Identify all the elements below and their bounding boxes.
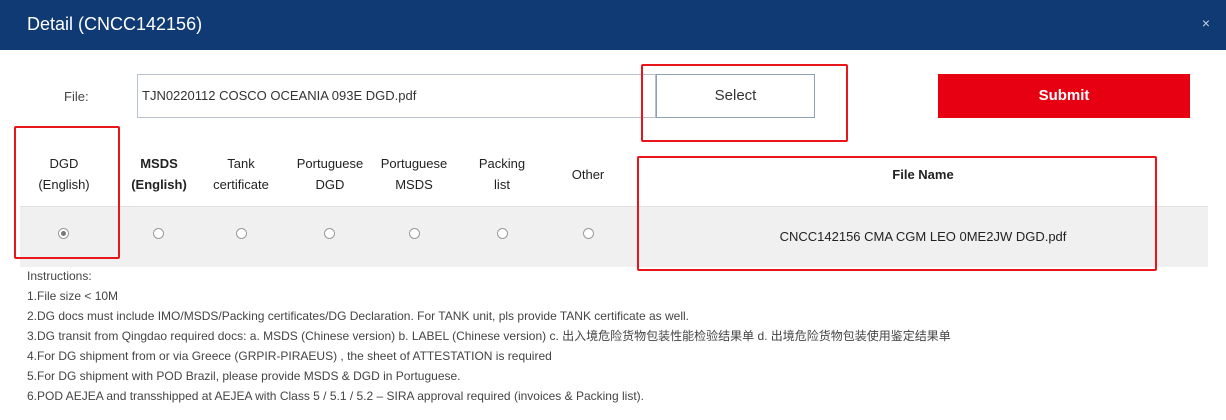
radio-other[interactable] bbox=[583, 228, 594, 239]
column-header-portuguese-dgd: Portuguese DGD bbox=[296, 156, 364, 192]
file-label: File: bbox=[64, 89, 89, 104]
close-icon[interactable]: × bbox=[1202, 15, 1210, 31]
file-name-value: CNCC142156 CMA CGM LEO 0ME2JW DGD.pdf bbox=[779, 228, 1067, 244]
instructions-block: Instructions: 1.File size < 10M 2.DG doc… bbox=[27, 266, 951, 406]
file-path-field[interactable]: TJN0220112 COSCO OCEANIA 093E DGD.pdf bbox=[137, 74, 656, 118]
dialog-titlebar: Detail (CNCC142156) × bbox=[0, 0, 1226, 50]
column-header-file-name: File Name bbox=[892, 166, 954, 182]
radio-msds-english[interactable] bbox=[153, 228, 164, 239]
instructions-heading: Instructions: bbox=[27, 269, 92, 283]
document-type-table: DGD (English) MSDS (English) Tank certifica… bbox=[20, 142, 1208, 267]
instruction-item: 2.DG docs must include IMO/MSDS/Packing … bbox=[27, 309, 690, 323]
column-header-msds-english: MSDS (English) bbox=[131, 156, 187, 192]
instruction-item: 3.DG transit from Qingdao required docs:… bbox=[27, 329, 951, 343]
radio-portuguese-msds[interactable] bbox=[409, 228, 420, 239]
instruction-item: 1.File size < 10M bbox=[27, 289, 119, 303]
column-header-tank-certificate: Tank certificate bbox=[213, 156, 269, 192]
column-header-other: Other bbox=[571, 166, 605, 182]
radio-portuguese-dgd[interactable] bbox=[324, 228, 335, 239]
submit-button[interactable]: Submit bbox=[938, 74, 1190, 118]
instruction-item: 6.POD AEJEA and transshipped at AEJEA wi… bbox=[27, 389, 644, 403]
select-file-button[interactable]: Select bbox=[656, 74, 815, 118]
radio-dgd-english[interactable] bbox=[58, 228, 69, 239]
column-header-dgd-english: DGD (English) bbox=[38, 156, 90, 192]
instruction-item: 4.For DG shipment from or via Greece (GR… bbox=[27, 349, 552, 363]
column-header-packing-list: Packing list bbox=[478, 156, 526, 192]
instruction-item: 5.For DG shipment with POD Brazil, pleas… bbox=[27, 369, 461, 383]
radio-tank-certificate[interactable] bbox=[236, 228, 247, 239]
dialog-title: Detail (CNCC142156) bbox=[27, 14, 203, 34]
radio-packing-list[interactable] bbox=[497, 228, 508, 239]
column-header-portuguese-msds: Portuguese MSDS bbox=[380, 156, 448, 192]
